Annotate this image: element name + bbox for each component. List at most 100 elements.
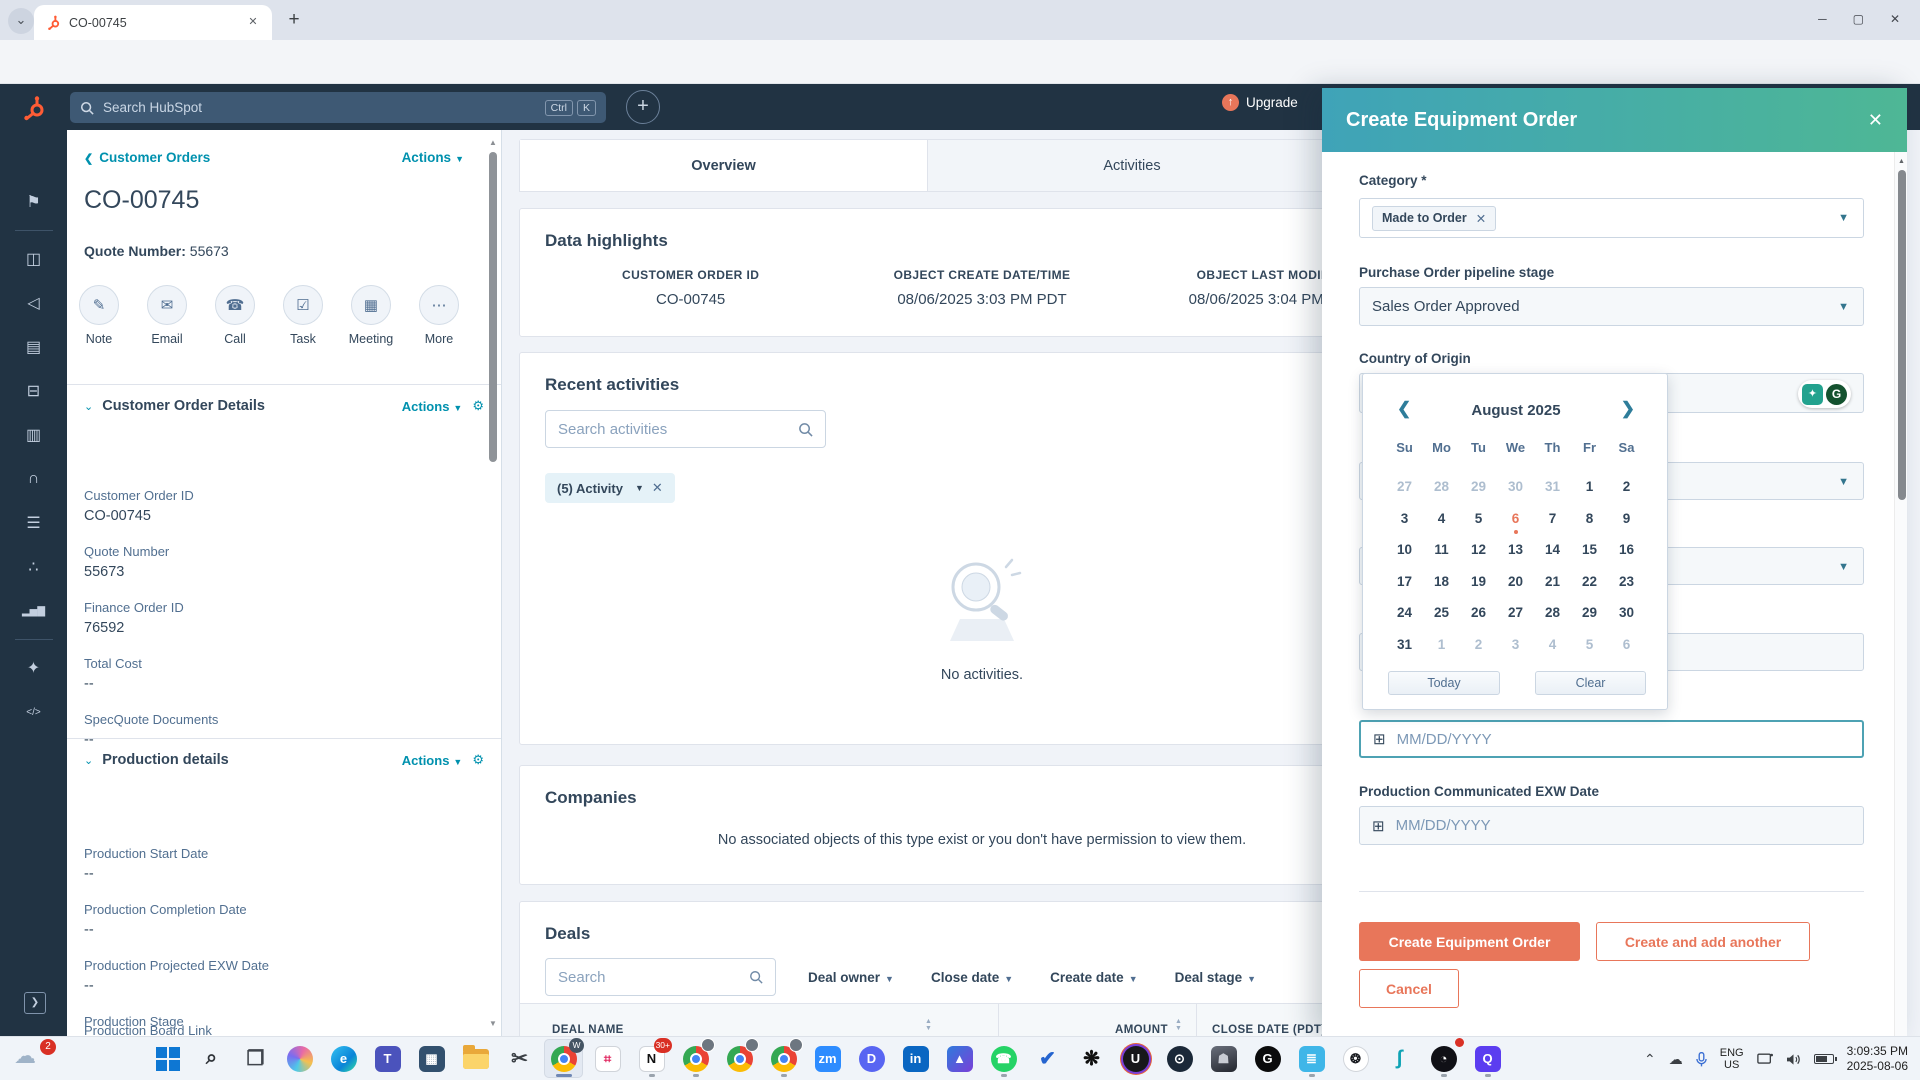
sort-icons[interactable]: ▲ ▼ — [925, 1018, 932, 1032]
production-exw-date-input[interactable]: ⊞ MM/DD/YYYY — [1359, 720, 1864, 758]
taskbar-photos[interactable]: ▲ — [940, 1039, 979, 1078]
category-multiselect[interactable]: Made to Order ✕ ▼ — [1359, 198, 1864, 238]
sidebar-scrollbar[interactable]: ▲ ▼ — [487, 130, 499, 1036]
column-close-date[interactable]: CLOSE DATE (PDT) — [1212, 1024, 1326, 1036]
extension-lightbulb-icon[interactable]: ✦ — [1802, 383, 1823, 405]
calendar-day[interactable]: 7 — [1534, 506, 1571, 538]
breadcrumb[interactable]: ❮ Customer Orders — [84, 150, 210, 165]
taskbar-surfshark[interactable]: ∫ — [1380, 1039, 1419, 1078]
gear-icon[interactable]: ⚙ — [472, 752, 484, 768]
scroll-down-icon[interactable]: ▼ — [489, 1019, 497, 1028]
taskbar-edge[interactable]: e — [324, 1039, 363, 1078]
taskbar-weather-widget[interactable]: ☁ 2 — [14, 1039, 58, 1075]
deals-filter-close-date[interactable]: Close date ▼ — [931, 970, 1013, 985]
taskbar-q-app[interactable]: Q — [1468, 1039, 1507, 1078]
calendar-day[interactable]: 18 — [1423, 569, 1460, 601]
calendar-day[interactable]: 23 — [1608, 569, 1645, 601]
taskbar-chrome-profile-3[interactable] — [764, 1038, 803, 1078]
calendar-day[interactable]: 31 — [1534, 474, 1571, 506]
remove-filter-icon[interactable]: ✕ — [652, 480, 663, 496]
chevron-down-icon[interactable]: ▼ — [1838, 301, 1849, 313]
calendar-day[interactable]: 16 — [1608, 537, 1645, 569]
calendar-day[interactable]: 4 — [1534, 632, 1571, 664]
sidebar-item-automations[interactable]: ∴ — [0, 545, 67, 589]
calendar-day[interactable]: 4 — [1423, 506, 1460, 538]
taskbar-calculator[interactable]: ▦ — [412, 1039, 451, 1078]
column-amount[interactable]: AMOUNT — [1115, 1024, 1168, 1036]
taskbar-steelseries[interactable]: ❂ — [1336, 1039, 1375, 1078]
tab-overview[interactable]: Overview — [520, 140, 928, 191]
sidebar-item-content[interactable]: ▤ — [0, 325, 67, 369]
hubspot-logo-icon[interactable] — [0, 95, 67, 126]
collapse-icon[interactable]: ⌄ — [84, 400, 93, 413]
create-button[interactable]: + — [626, 90, 660, 124]
calendar-day[interactable]: 22 — [1571, 569, 1608, 601]
taskbar-start[interactable] — [148, 1039, 187, 1078]
previous-month-icon[interactable]: ❮ — [1397, 399, 1411, 419]
sidebar-item-breeze-ai[interactable]: ✦ — [0, 646, 67, 690]
calendar-day[interactable]: 2 — [1608, 474, 1645, 506]
quick-action-note[interactable]: ✎ Note — [77, 285, 121, 346]
collapse-icon[interactable]: ⌄ — [84, 754, 93, 767]
taskbar-logitech-ghub[interactable]: G — [1248, 1039, 1287, 1078]
taskbar-file-explorer[interactable] — [456, 1039, 495, 1078]
sidebar-item-reporting[interactable]: ▂▅▇ — [0, 589, 67, 633]
taskbar-notion[interactable]: N 30+ — [632, 1038, 672, 1078]
cast-display-icon[interactable] — [1756, 1053, 1773, 1066]
quick-action-more[interactable]: ⋯ More — [417, 285, 461, 346]
calendar-day[interactable]: 25 — [1423, 600, 1460, 632]
calendar-day[interactable]: 3 — [1497, 632, 1534, 664]
chevron-down-icon[interactable]: ▼ — [1838, 212, 1849, 224]
communicated-exw-date-input[interactable]: ⊞ MM/DD/YYYY — [1359, 806, 1864, 845]
calendar-day[interactable]: 2 — [1460, 632, 1497, 664]
deals-filter-deal-owner[interactable]: Deal owner ▼ — [808, 970, 894, 985]
new-tab-button[interactable]: + — [282, 9, 306, 33]
quick-action-meeting[interactable]: ▦ Meeting — [349, 285, 393, 346]
create-equipment-order-button[interactable]: Create Equipment Order — [1359, 922, 1580, 961]
calendar-day[interactable]: 30 — [1608, 600, 1645, 632]
calendar-day[interactable]: 9 — [1608, 506, 1645, 538]
cancel-button[interactable]: Cancel — [1359, 969, 1459, 1008]
taskbar-snipping-tool[interactable]: ✂ — [500, 1039, 539, 1078]
clear-button[interactable]: Clear — [1535, 671, 1646, 695]
calendar-day[interactable]: 29 — [1460, 474, 1497, 506]
calendar-day[interactable]: 21 — [1534, 569, 1571, 601]
calendar-day[interactable]: 20 — [1497, 569, 1534, 601]
battery-icon[interactable] — [1813, 1054, 1837, 1064]
taskbar-zoom[interactable]: zm — [808, 1039, 847, 1078]
taskbar-whatsapp[interactable]: ☎ — [984, 1039, 1023, 1078]
sidebar-item-marketing[interactable]: ◁ — [0, 281, 67, 325]
section-actions-button[interactable]: Actions ▼ — [402, 399, 463, 414]
close-icon[interactable]: ✕ — [1868, 110, 1883, 131]
microphone-icon[interactable] — [1695, 1051, 1707, 1067]
quick-action-task[interactable]: ☑ Task — [281, 285, 325, 346]
taskbar-slack[interactable]: ⌗ — [588, 1039, 627, 1078]
sidebar-item-service[interactable]: ∩ — [0, 457, 67, 501]
calendar-day[interactable]: 14 — [1534, 537, 1571, 569]
calendar-day[interactable]: 27 — [1386, 474, 1423, 506]
calendar-day[interactable]: 28 — [1423, 474, 1460, 506]
calendar-day[interactable]: 15 — [1571, 537, 1608, 569]
taskbar-microsoft-todo[interactable]: ✔ — [1028, 1039, 1067, 1078]
calendar-day[interactable]: 12 — [1460, 537, 1497, 569]
volume-icon[interactable] — [1786, 1053, 1801, 1066]
calendar-day[interactable]: 29 — [1571, 600, 1608, 632]
sidebar-item-developer[interactable]: </> — [0, 690, 67, 734]
deals-filter-create-date[interactable]: Create date ▼ — [1050, 970, 1137, 985]
next-month-icon[interactable]: ❯ — [1621, 399, 1635, 419]
calendar-day[interactable]: 19 — [1460, 569, 1497, 601]
calendar-day[interactable]: 30 — [1497, 474, 1534, 506]
calendar-day[interactable]: 24 — [1386, 600, 1423, 632]
taskbar-discord[interactable]: D — [852, 1039, 891, 1078]
column-deal-name[interactable]: DEAL NAME — [552, 1024, 624, 1036]
create-and-add-another-button[interactable]: Create and add another — [1596, 922, 1810, 961]
taskbar-task-view[interactable]: ❐ — [236, 1039, 275, 1078]
window-minimize-button[interactable]: ─ — [1818, 12, 1827, 26]
calendar-day[interactable]: 1 — [1571, 474, 1608, 506]
calendar-day[interactable]: 13 — [1497, 537, 1534, 569]
window-close-button[interactable]: ✕ — [1890, 12, 1900, 26]
upgrade-button[interactable]: ↑ Upgrade — [1222, 94, 1298, 111]
calendar-day[interactable]: 1 — [1423, 632, 1460, 664]
calendar-day[interactable]: 5 — [1571, 632, 1608, 664]
deals-search-input[interactable]: Search — [545, 958, 776, 996]
